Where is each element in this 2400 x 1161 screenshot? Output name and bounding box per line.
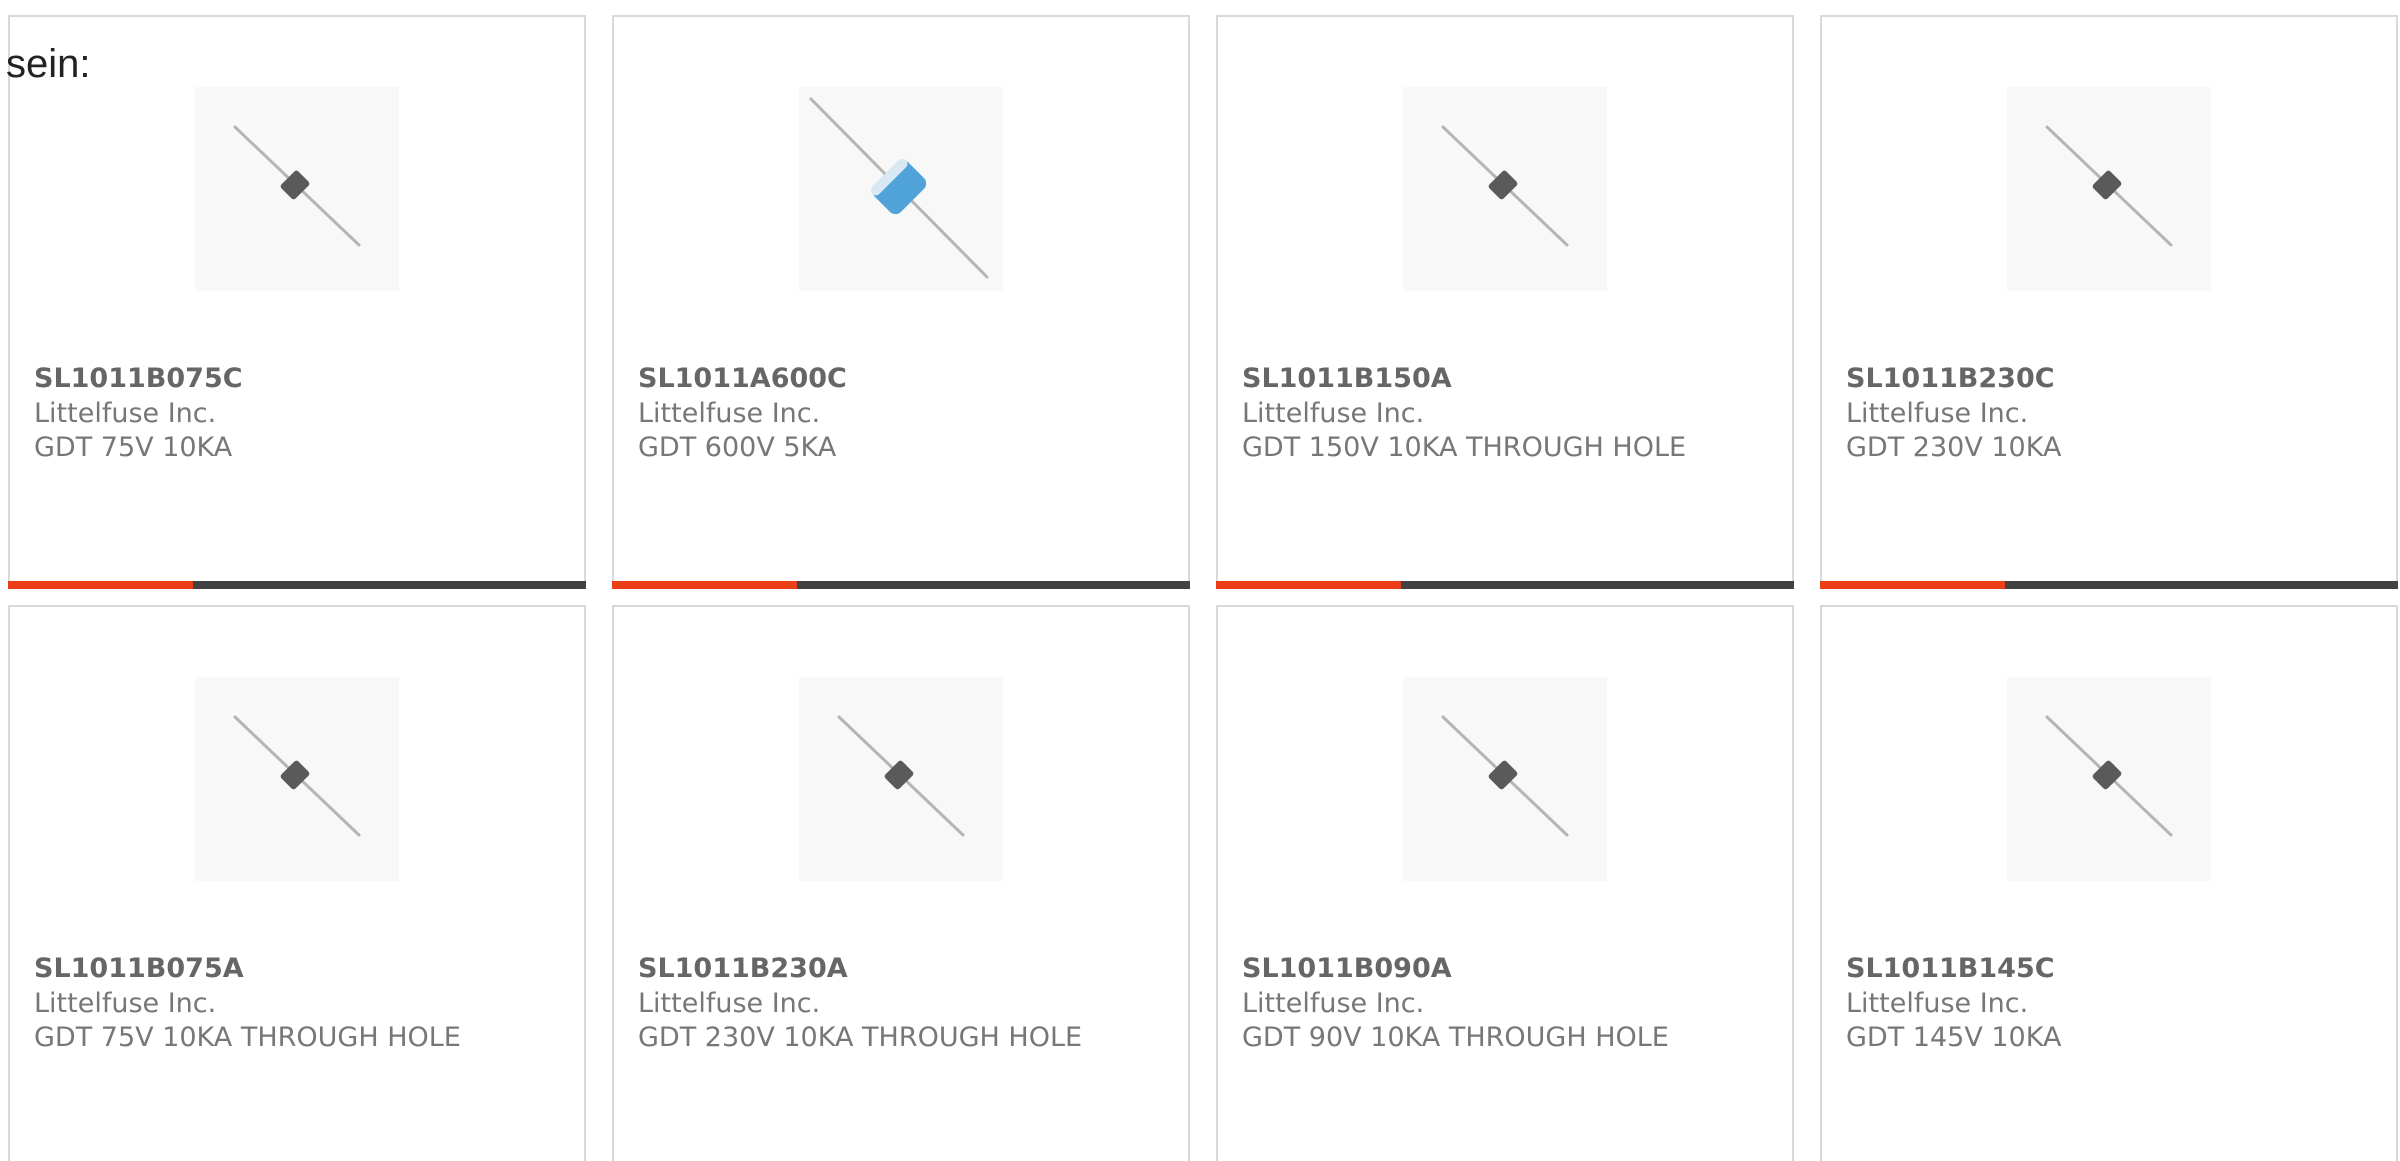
card-progress-bar (8, 581, 586, 589)
manufacturer-name: Littelfuse Inc. (1242, 988, 1425, 1019)
product-description: GDT 75V 10KA (34, 432, 233, 463)
product-card[interactable]: SL1011B075C Littelfuse Inc. GDT 75V 10KA (8, 15, 586, 589)
product-description: GDT 150V 10KA THROUGH HOLE (1242, 432, 1687, 463)
product-image[interactable] (195, 677, 399, 881)
manufacturer-name: Littelfuse Inc. (638, 988, 821, 1019)
part-number-link[interactable]: SL1011B230A (638, 953, 848, 984)
product-description: GDT 75V 10KA THROUGH HOLE (34, 1022, 461, 1053)
product-description: GDT 90V 10KA THROUGH HOLE (1242, 1022, 1669, 1053)
product-card[interactable]: SL1011B075A Littelfuse Inc. GDT 75V 10KA T… (8, 605, 586, 1161)
manufacturer-name: Littelfuse Inc. (1242, 398, 1425, 429)
card-progress-fill (612, 581, 797, 589)
manufacturer-name: Littelfuse Inc. (1846, 398, 2029, 429)
product-card[interactable]: SL1011B090A Littelfuse Inc. GDT 90V 10KA T… (1216, 605, 1794, 1161)
gas-discharge-tube-icon (1441, 715, 1569, 837)
product-image[interactable] (799, 87, 1003, 291)
product-grid-page: sein: SL1011B075C Littelfuse Inc. GDT 75V … (0, 0, 2400, 1161)
part-number-link[interactable]: SL1011A600C (638, 363, 847, 394)
card-progress-bar (1820, 581, 2398, 589)
manufacturer-name: Littelfuse Inc. (34, 988, 217, 1019)
product-image[interactable] (195, 87, 399, 291)
manufacturer-name: Littelfuse Inc. (638, 398, 821, 429)
gas-discharge-tube-icon (2045, 125, 2173, 247)
gas-discharge-tube-icon (233, 715, 361, 837)
part-number-link[interactable]: SL1011B150A (1242, 363, 1452, 394)
card-progress-fill (8, 581, 193, 589)
card-progress-bar (1216, 581, 1794, 589)
product-card[interactable]: SL1011B230C Littelfuse Inc. GDT 230V 10KA (1820, 15, 2398, 589)
gas-discharge-tube-icon (809, 97, 989, 279)
product-description: GDT 145V 10KA (1846, 1022, 2062, 1053)
gas-discharge-tube-icon (233, 125, 361, 247)
card-progress-bar (612, 581, 1190, 589)
part-number-link[interactable]: SL1011B075A (34, 953, 244, 984)
intro-text: sein: (6, 42, 91, 86)
part-number-link[interactable]: SL1011B075C (34, 363, 243, 394)
part-number-link[interactable]: SL1011B230C (1846, 363, 2055, 394)
product-card[interactable]: SL1011A600C Littelfuse Inc. GDT 600V 5KA (612, 15, 1190, 589)
product-description: GDT 230V 10KA THROUGH HOLE (638, 1022, 1083, 1053)
product-card[interactable]: SL1011B145C Littelfuse Inc. GDT 145V 10KA (1820, 605, 2398, 1161)
product-card[interactable]: SL1011B150A Littelfuse Inc. GDT 150V 10KA … (1216, 15, 1794, 589)
gas-discharge-tube-icon (2045, 715, 2173, 837)
product-image[interactable] (799, 677, 1003, 881)
card-progress-fill (1820, 581, 2005, 589)
product-image[interactable] (1403, 87, 1607, 291)
part-number-link[interactable]: SL1011B145C (1846, 953, 2055, 984)
part-number-link[interactable]: SL1011B090A (1242, 953, 1452, 984)
gas-discharge-tube-icon (837, 715, 965, 837)
product-card[interactable]: SL1011B230A Littelfuse Inc. GDT 230V 10KA … (612, 605, 1190, 1161)
manufacturer-name: Littelfuse Inc. (34, 398, 217, 429)
gas-discharge-tube-icon (1441, 125, 1569, 247)
product-image[interactable] (2007, 677, 2211, 881)
manufacturer-name: Littelfuse Inc. (1846, 988, 2029, 1019)
product-image[interactable] (1403, 677, 1607, 881)
product-image[interactable] (2007, 87, 2211, 291)
product-description: GDT 230V 10KA (1846, 432, 2062, 463)
card-progress-fill (1216, 581, 1401, 589)
product-description: GDT 600V 5KA (638, 432, 837, 463)
